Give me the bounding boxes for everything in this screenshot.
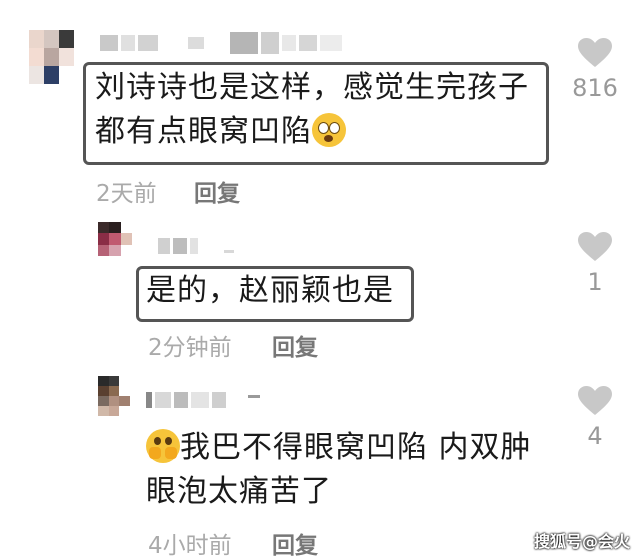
comment-text-line: 是的，赵丽颖也是 <box>146 273 394 308</box>
like-count: 816 <box>572 74 618 102</box>
like-count: 1 <box>587 268 603 296</box>
heart-icon[interactable] <box>578 38 612 68</box>
like-count: 4 <box>587 422 603 450</box>
comment-time: 2分钟前 <box>148 335 232 361</box>
reply-button[interactable]: 回复 <box>272 526 318 560</box>
comment-time: 4小时前 <box>148 533 232 559</box>
reply-button[interactable]: 回复 <box>272 328 318 362</box>
avatar[interactable] <box>98 376 130 416</box>
comment-text-line: 我巴不得眼窝凹陷 内双肿 <box>146 426 532 470</box>
comment-text-line: 刘诗诗也是这样，感觉生完孩子 <box>95 70 529 105</box>
comment-time: 2天前 <box>96 181 157 207</box>
username-blurred[interactable] <box>158 238 234 254</box>
username-blurred[interactable] <box>146 392 260 408</box>
comment-text: 都有点眼窝凹陷 <box>95 114 312 149</box>
username-blurred[interactable] <box>100 32 342 54</box>
watermark: 搜狐号@会火 <box>533 532 630 551</box>
comment-text-line: 都有点眼窝凹陷 <box>95 110 346 154</box>
reply-button[interactable]: 回复 <box>194 174 240 208</box>
avatar[interactable] <box>14 30 74 84</box>
heart-icon[interactable] <box>578 232 612 262</box>
pleading-face-emoji <box>146 429 180 463</box>
heart-icon[interactable] <box>578 386 612 416</box>
avatar[interactable] <box>98 222 132 256</box>
comment-text: 我巴不得眼窝凹陷 内双肿 <box>180 430 532 465</box>
flushed-face-emoji <box>312 113 346 147</box>
comment-text-line: 眼泡太痛苦了 <box>146 474 332 509</box>
